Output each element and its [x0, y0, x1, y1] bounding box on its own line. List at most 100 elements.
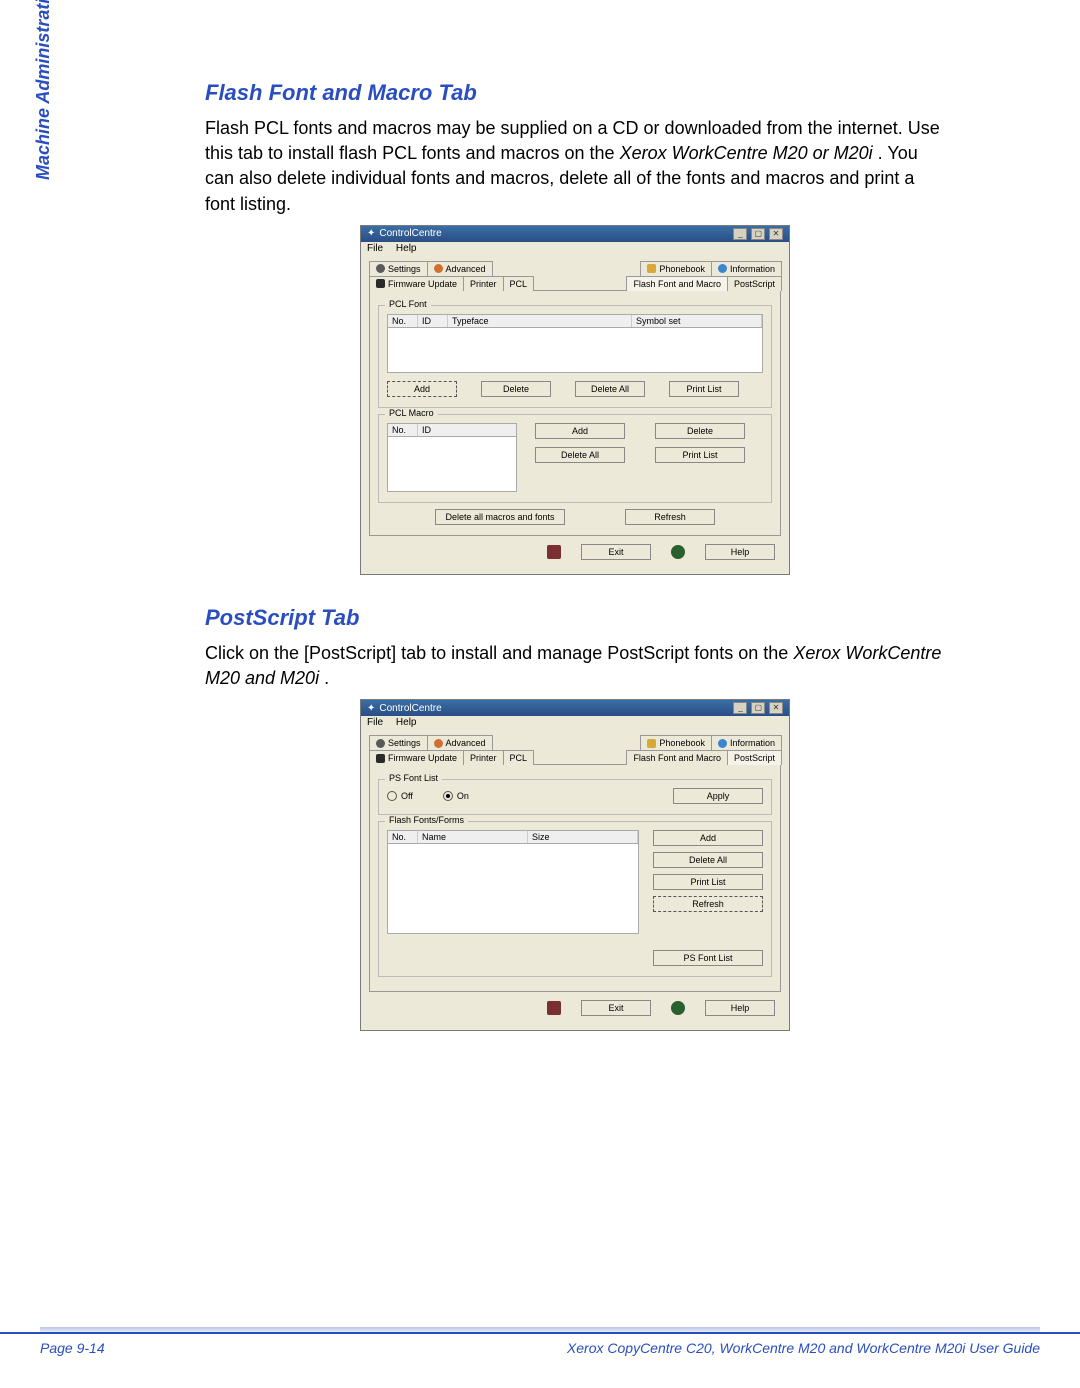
col-id: ID — [418, 315, 448, 327]
pcl-font-list[interactable] — [387, 328, 763, 373]
menu-file[interactable]: File — [367, 243, 383, 254]
tab-information[interactable]: Information — [711, 261, 782, 276]
pcl-macro-list-header: No. ID — [387, 423, 517, 437]
section1-paragraph: Flash PCL fonts and macros may be suppli… — [205, 116, 945, 217]
col-name-ff: Name — [418, 831, 528, 843]
tab-postscript-label: PostScript — [734, 279, 775, 289]
pcl-font-list-header: No. ID Typeface Symbol set — [387, 314, 763, 328]
sidebar-section-label: Machine Administration — [33, 0, 54, 180]
col-symbolset: Symbol set — [632, 315, 762, 327]
tab-pcl-2[interactable]: PCL — [503, 750, 535, 765]
tab-pcl-label: PCL — [510, 279, 528, 289]
exit-button[interactable]: Exit — [581, 544, 651, 560]
radio-off[interactable]: Off — [387, 791, 413, 801]
tab-advanced[interactable]: Advanced — [427, 261, 493, 276]
tab-flash-font-macro-label: Flash Font and Macro — [633, 279, 721, 289]
pcl-font-delete-all-button[interactable]: Delete All — [575, 381, 645, 397]
tab-phonebook[interactable]: Phonebook — [640, 261, 712, 276]
tab-advanced-2[interactable]: Advanced — [427, 735, 493, 750]
ff-add-button[interactable]: Add — [653, 830, 763, 846]
tab-settings-2[interactable]: Settings — [369, 735, 428, 750]
pcl-macro-list[interactable] — [387, 437, 517, 492]
pcl-macro-print-list-button[interactable]: Print List — [655, 447, 745, 463]
pcl-font-add-button[interactable]: Add — [387, 381, 457, 397]
tab-flash-font-macro[interactable]: Flash Font and Macro — [626, 276, 728, 291]
maximize-icon-2[interactable]: ▢ — [751, 702, 765, 714]
radio-on-label: On — [457, 791, 469, 801]
pcl-font-delete-button[interactable]: Delete — [481, 381, 551, 397]
tab-information-label: Information — [730, 264, 775, 274]
tab-postscript[interactable]: PostScript — [727, 276, 782, 291]
apply-button[interactable]: Apply — [673, 788, 763, 804]
refresh-button[interactable]: Refresh — [625, 509, 715, 525]
tab-pcl-label-2: PCL — [510, 753, 528, 763]
col-no-macro: No. — [388, 424, 418, 436]
screenshot-flash-font-macro: ✦ ControlCentre _ ▢ ✕ File Help Settings… — [360, 225, 790, 575]
info-icon-2 — [718, 739, 727, 748]
delete-all-macros-fonts-button[interactable]: Delete all macros and fonts — [435, 509, 565, 525]
tab-printer[interactable]: Printer — [463, 276, 504, 291]
menu-file-2[interactable]: File — [367, 717, 383, 728]
tab-pcl[interactable]: PCL — [503, 276, 535, 291]
tab-advanced-label-2: Advanced — [446, 738, 486, 748]
tab-settings[interactable]: Settings — [369, 261, 428, 276]
tab-information-2[interactable]: Information — [711, 735, 782, 750]
footer-page-number: Page 9-14 — [40, 1340, 105, 1356]
section2-text-c: . — [324, 668, 329, 688]
pcl-font-print-list-button[interactable]: Print List — [669, 381, 739, 397]
pcl-macro-delete-button[interactable]: Delete — [655, 423, 745, 439]
col-id-macro: ID — [418, 424, 516, 436]
screenshot-postscript: ✦ ControlCentre _ ▢ ✕ File Help Settings… — [360, 699, 790, 1031]
tab-phonebook-2[interactable]: Phonebook — [640, 735, 712, 750]
section2-text-a: Click on the [PostScript] tab to install… — [205, 643, 793, 663]
tab-phonebook-label-2: Phonebook — [659, 738, 705, 748]
group-pcl-macro: PCL Macro No. ID Add Delet — [378, 414, 772, 503]
tab-flash-font-macro-label-2: Flash Font and Macro — [633, 753, 721, 763]
group-pcl-font-label: PCL Font — [385, 299, 431, 309]
gear-alt-icon-2 — [434, 739, 443, 748]
gear-alt-icon — [434, 264, 443, 273]
close-icon-2[interactable]: ✕ — [769, 702, 783, 714]
window-title: ControlCentre — [379, 228, 441, 239]
group-pcl-macro-label: PCL Macro — [385, 408, 438, 418]
exit-button-2[interactable]: Exit — [581, 1000, 651, 1016]
minimize-icon[interactable]: _ — [733, 228, 747, 240]
tab-flash-font-macro-2[interactable]: Flash Font and Macro — [626, 750, 728, 765]
menu-help[interactable]: Help — [396, 243, 417, 254]
section-title-postscript: PostScript Tab — [205, 605, 945, 631]
close-icon[interactable]: ✕ — [769, 228, 783, 240]
window-title-2: ControlCentre — [379, 703, 441, 714]
tab-printer-label-2: Printer — [470, 753, 497, 763]
footer-guide-title: Xerox CopyCentre C20, WorkCentre M20 and… — [567, 1340, 1040, 1356]
pcl-macro-add-button[interactable]: Add — [535, 423, 625, 439]
radio-off-label: Off — [401, 791, 413, 801]
tab-settings-label: Settings — [388, 264, 421, 274]
page-footer: Page 9-14 Xerox CopyCentre C20, WorkCent… — [0, 1332, 1080, 1356]
tab-printer-2[interactable]: Printer — [463, 750, 504, 765]
section1-text-ital: Xerox WorkCentre M20 or M20i — [620, 143, 873, 163]
radio-on[interactable]: On — [443, 791, 469, 801]
tab-firmware-label: Firmware Update — [388, 279, 457, 289]
minimize-icon-2[interactable]: _ — [733, 702, 747, 714]
ff-delete-all-button[interactable]: Delete All — [653, 852, 763, 868]
section-title-flash-font: Flash Font and Macro Tab — [205, 80, 945, 106]
tab-postscript-2[interactable]: PostScript — [727, 750, 782, 765]
tab-phonebook-label: Phonebook — [659, 264, 705, 274]
help-icon-2 — [671, 1001, 685, 1015]
group-ps-font-list: PS Font List Off On Apply — [378, 779, 772, 815]
flash-fonts-list[interactable] — [387, 844, 639, 934]
pcl-macro-delete-all-button[interactable]: Delete All — [535, 447, 625, 463]
section2-paragraph: Click on the [PostScript] tab to install… — [205, 641, 945, 691]
help-button-2[interactable]: Help — [705, 1000, 775, 1016]
ff-refresh-button[interactable]: Refresh — [653, 896, 763, 912]
app-icon: ✦ — [367, 228, 375, 239]
help-button[interactable]: Help — [705, 544, 775, 560]
window-titlebar-2: ✦ ControlCentre _ ▢ ✕ — [361, 700, 789, 716]
tab-firmware-update[interactable]: Firmware Update — [369, 276, 464, 291]
tab-firmware-update-2[interactable]: Firmware Update — [369, 750, 464, 765]
ff-print-list-button[interactable]: Print List — [653, 874, 763, 890]
maximize-icon[interactable]: ▢ — [751, 228, 765, 240]
menu-help-2[interactable]: Help — [396, 717, 417, 728]
menu-bar-2: File Help — [361, 716, 789, 729]
ps-font-list-button[interactable]: PS Font List — [653, 950, 763, 966]
